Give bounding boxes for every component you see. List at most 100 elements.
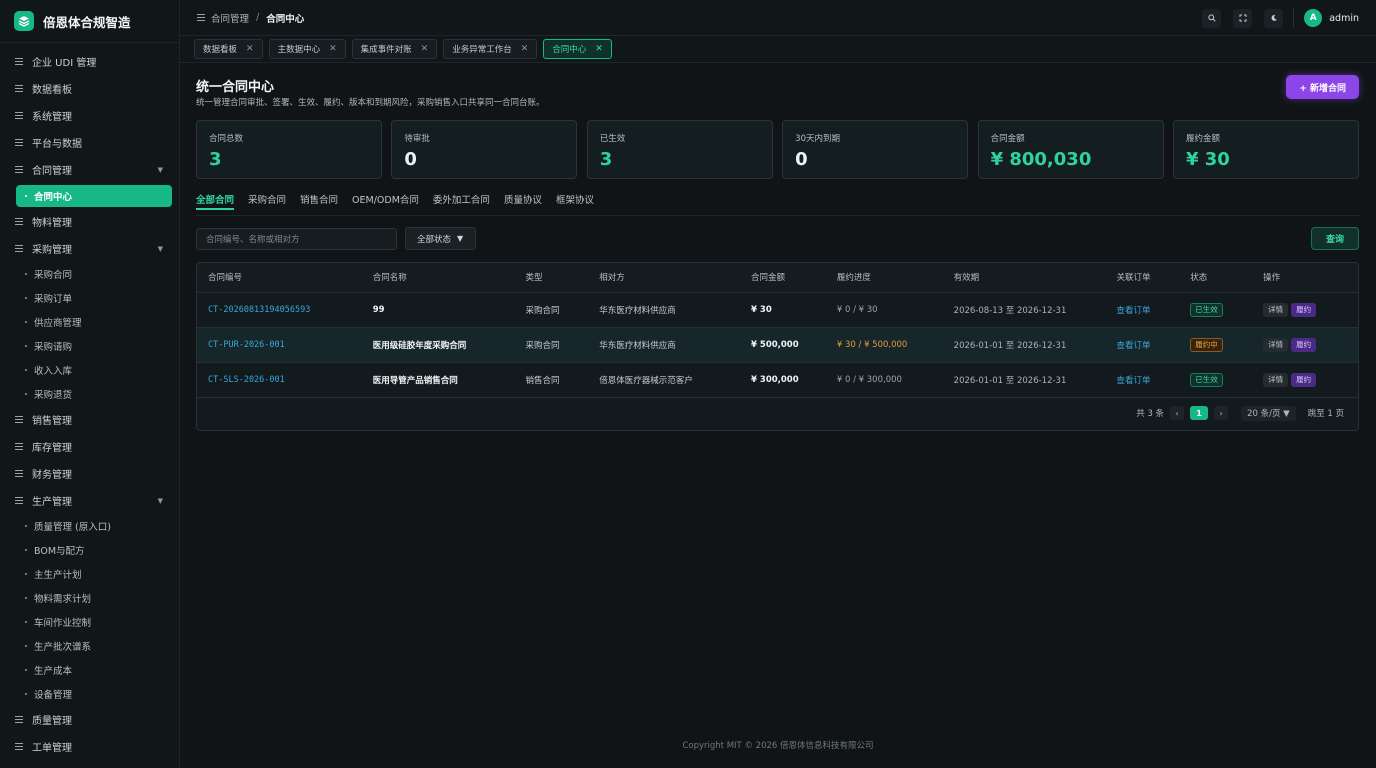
- stat-card: 合同总数 3: [196, 120, 382, 179]
- username[interactable]: admin: [1329, 13, 1359, 24]
- bullet-icon: [25, 369, 27, 371]
- close-icon[interactable]: ✕: [521, 44, 529, 54]
- detail-button[interactable]: 详情: [1263, 372, 1289, 387]
- sidebar-item[interactable]: 平台与数据: [0, 129, 179, 156]
- column-header: 有效期: [942, 263, 1106, 293]
- add-contract-button[interactable]: + 新增合同: [1286, 75, 1359, 99]
- sidebar-subitem[interactable]: 生产成本: [0, 658, 179, 682]
- sidebar-item-label: 采购退货: [34, 390, 73, 401]
- sidebar-item[interactable]: 物料管理: [0, 208, 179, 235]
- breadcrumb-current: 合同中心: [266, 13, 305, 25]
- open-tab[interactable]: 集成事件对账 ✕: [351, 39, 438, 59]
- bullet-icon: [25, 321, 27, 323]
- contract-code[interactable]: CT-SLS-2026-001: [197, 362, 362, 398]
- theme-icon[interactable]: [1264, 8, 1284, 28]
- view-order-link[interactable]: 查看订单: [1105, 327, 1180, 363]
- status-select[interactable]: 全部状态 ▼: [405, 227, 476, 250]
- footer: Copyright MIT © 2026 倍恩体信息科技有限公司: [682, 741, 874, 751]
- logo[interactable]: 倍恩体合规智造: [0, 0, 179, 43]
- sidebar-item-label: 系统管理: [32, 112, 72, 123]
- status-select-value: 全部状态: [417, 234, 452, 245]
- detail-button[interactable]: 详情: [1263, 302, 1289, 317]
- breadcrumb-separator: /: [256, 12, 260, 23]
- sidebar-item[interactable]: 工单管理: [0, 733, 179, 760]
- table-row: CT-20260813194056593 99 采购合同 华东医疗材料供应商 ¥ 30 ¥…: [197, 292, 1358, 328]
- sidebar-item[interactable]: 系统管理: [0, 102, 179, 129]
- open-tab[interactable]: 业务异常工作台 ✕: [443, 39, 538, 59]
- close-icon[interactable]: ✕: [329, 44, 337, 54]
- detail-button[interactable]: 详情: [1263, 337, 1289, 352]
- sidebar-item[interactable]: 库存管理: [0, 433, 179, 460]
- sidebar-subitem[interactable]: 收入入库: [0, 358, 179, 382]
- sidebar-subitem[interactable]: 质量管理 (原入口): [0, 514, 179, 538]
- menu-toggle-icon[interactable]: [197, 14, 205, 21]
- search-icon[interactable]: [1202, 8, 1222, 28]
- sidebar-group[interactable]: 生产管理 ▼: [0, 487, 179, 514]
- stats-row: 合同总数 3 待审批 0 已生效 3 30天内到期 0 合同金额 ¥ 800,030 履约金额 ¥ 3…: [196, 120, 1359, 179]
- topbar: 合同管理 / 合同中心 A admin: [180, 0, 1376, 36]
- breadcrumb-item[interactable]: 合同管理: [211, 11, 249, 25]
- view-order-link[interactable]: 查看订单: [1105, 292, 1180, 328]
- contract-type-tab[interactable]: 采购合同: [248, 190, 286, 216]
- perform-button[interactable]: 履约: [1291, 337, 1317, 352]
- close-icon[interactable]: ✕: [595, 44, 603, 54]
- close-icon[interactable]: ✕: [246, 44, 254, 54]
- contract-type-tab[interactable]: 框架协议: [556, 190, 594, 216]
- sidebar-subitem[interactable]: 车间作业控制: [0, 610, 179, 634]
- query-button[interactable]: 查询: [1311, 227, 1359, 250]
- page-jump[interactable]: 跳至 1 页: [1308, 407, 1344, 419]
- sidebar-item[interactable]: 销售管理: [0, 406, 179, 433]
- sidebar-item-label: 销售管理: [32, 416, 72, 427]
- sidebar-subitem[interactable]: 采购合同: [0, 262, 179, 286]
- search-input[interactable]: 合同编号、名称或相对方: [196, 228, 397, 250]
- sidebar-subitem[interactable]: 物料需求计划: [0, 586, 179, 610]
- stat-card: 待审批 0: [391, 120, 578, 179]
- page-number[interactable]: 1: [1190, 406, 1209, 420]
- total-count: 共 3 条: [1136, 409, 1165, 419]
- open-tab[interactable]: 主数据中心 ✕: [268, 39, 346, 59]
- open-tab[interactable]: 合同中心 ✕: [543, 39, 612, 59]
- contract-code[interactable]: CT-PUR-2026-001: [197, 327, 362, 363]
- sidebar-item-active[interactable]: 合同中心: [16, 185, 172, 207]
- bullet-icon: [25, 549, 27, 551]
- perform-button[interactable]: 履约: [1291, 372, 1317, 387]
- contract-type-tab[interactable]: 全部合同: [196, 190, 235, 216]
- open-tab[interactable]: 数据看板 ✕: [194, 39, 263, 59]
- sidebar-group[interactable]: 采购管理 ▼: [0, 235, 179, 262]
- contract-type-tab[interactable]: 销售合同: [300, 190, 338, 216]
- sidebar-subitem[interactable]: BOM与配方: [0, 538, 179, 562]
- menu-icon: [15, 443, 23, 450]
- sidebar-subitem[interactable]: 设备管理: [0, 682, 179, 706]
- contract-type-tab[interactable]: 委外加工合同: [433, 190, 490, 216]
- fullscreen-icon[interactable]: [1233, 8, 1253, 28]
- next-page-button[interactable]: ›: [1214, 406, 1229, 420]
- sidebar-subitem[interactable]: 主生产计划: [0, 562, 179, 586]
- open-tabs-bar: 数据看板 ✕ 主数据中心 ✕ 集成事件对账 ✕ 业务异常工作台 ✕ 合同中心 ✕: [180, 36, 1376, 63]
- contract-type-tab[interactable]: 质量协议: [504, 190, 542, 216]
- sidebar-item[interactable]: 企业 UDI 管理: [0, 48, 179, 75]
- sidebar-subitem[interactable]: 供应商管理: [0, 310, 179, 334]
- stat-card: 已生效 3: [586, 120, 773, 179]
- sidebar-item[interactable]: 数据看板: [0, 75, 179, 102]
- sidebar-subitem[interactable]: 采购订单: [0, 286, 179, 310]
- contract-type-tab[interactable]: OEM/ODM合同: [352, 190, 419, 216]
- sidebar-subitem[interactable]: 采购退货: [0, 382, 179, 406]
- sidebar-item[interactable]: 质量管理: [0, 706, 179, 733]
- sidebar-subitem[interactable]: 生产批次谱系: [0, 634, 179, 658]
- sidebar-subitem[interactable]: 采购请购: [0, 334, 179, 358]
- tab-label: 合同中心: [552, 45, 587, 55]
- sidebar-item[interactable]: 财务管理: [0, 460, 179, 487]
- avatar[interactable]: A: [1304, 9, 1323, 27]
- column-header: 合同名称: [361, 263, 515, 293]
- prev-page-button[interactable]: ‹: [1170, 406, 1185, 420]
- contract-code[interactable]: CT-20260813194056593: [197, 292, 362, 328]
- sidebar-group[interactable]: 合同管理 ▼: [0, 156, 179, 183]
- sidebar: 倍恩体合规智造 企业 UDI 管理 数据看板系统管理平台与数据 合同管理 ▼ 合同中心物…: [0, 0, 180, 768]
- page-size-select[interactable]: 20 条/页 ▼: [1241, 405, 1296, 421]
- sidebar-item-label: 合同中心: [34, 192, 73, 203]
- close-icon[interactable]: ✕: [421, 44, 429, 54]
- view-order-link[interactable]: 查看订单: [1105, 362, 1180, 398]
- stat-value: ¥ 800,030: [990, 149, 1092, 170]
- perform-button[interactable]: 履约: [1291, 302, 1317, 317]
- chevron-down-icon: ▼: [157, 244, 163, 253]
